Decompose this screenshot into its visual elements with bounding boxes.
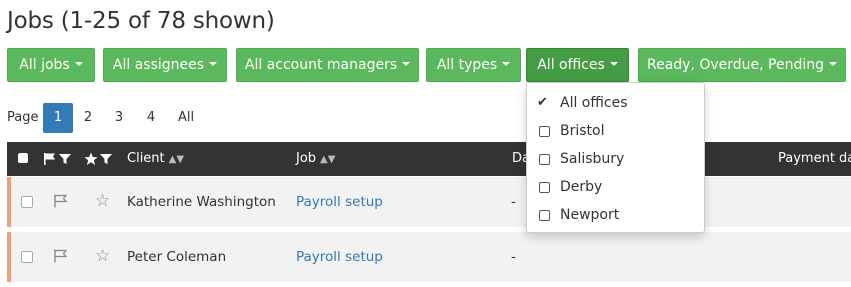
client-name: Katherine Washington [127, 194, 276, 210]
option-checkbox[interactable] [539, 210, 550, 221]
table-row[interactable]: ☆ Peter Coleman Payroll setup - [7, 232, 851, 282]
option-label: All offices [560, 95, 628, 111]
filter-label: All offices [537, 57, 605, 73]
sort-icon: ▲▼ [320, 154, 336, 165]
star-filter-icon [84, 152, 112, 165]
flag-filter-header[interactable] [44, 142, 74, 176]
job-header-label: Job [296, 151, 317, 166]
page-title: Jobs (1-25 of 78 shown) [7, 8, 275, 34]
caret-down-icon [502, 62, 511, 66]
caret-down-icon [402, 62, 411, 66]
page-2-link[interactable]: 2 [75, 103, 101, 133]
page-3-link[interactable]: 3 [106, 103, 132, 133]
page-all-link[interactable]: All [171, 103, 201, 133]
job-link[interactable]: Payroll setup [296, 232, 383, 282]
offices-dropdown-menu: ✔ All offices Bristol Salisbury Derby Ne… [526, 82, 705, 233]
row-checkbox[interactable] [21, 196, 33, 208]
job-link[interactable]: Payroll setup [296, 177, 383, 227]
star-icon[interactable]: ☆ [95, 191, 110, 211]
page-4-link[interactable]: 4 [138, 103, 164, 133]
caret-down-icon [609, 62, 618, 66]
office-option-newport[interactable]: Newport [527, 201, 704, 229]
flag-filter-icon [44, 152, 71, 165]
option-label: Derby [560, 179, 603, 195]
job-column-header[interactable]: Job ▲▼ [296, 142, 335, 177]
option-checkbox[interactable] [539, 154, 550, 165]
filter-label: All types [436, 57, 498, 73]
table-row[interactable]: ☆ Katherine Washington Payroll setup - [7, 177, 851, 227]
table-header: Client ▲▼ Job ▲▼ Da Payment da [7, 142, 851, 176]
filter-label: All assignees [112, 57, 205, 73]
client-name: Peter Coleman [127, 249, 227, 265]
all-assignees-filter-button[interactable]: All assignees [103, 48, 227, 82]
option-checkbox[interactable] [539, 182, 550, 193]
client-column-header[interactable]: Client ▲▼ [127, 142, 184, 177]
option-label: Salisbury [560, 151, 625, 167]
option-label: Bristol [560, 123, 605, 139]
all-account-managers-filter-button[interactable]: All account managers [236, 48, 419, 82]
star-icon[interactable]: ☆ [95, 246, 110, 266]
pagination-label: Page [7, 110, 39, 125]
row-checkbox[interactable] [21, 251, 33, 263]
office-option-salisbury[interactable]: Salisbury [527, 145, 704, 173]
all-offices-filter-button[interactable]: All offices [526, 48, 629, 82]
option-checkbox[interactable] [539, 126, 550, 137]
star-filter-header[interactable] [84, 142, 114, 176]
payment-date-column-header[interactable]: Payment da [778, 142, 851, 176]
office-option-bristol[interactable]: Bristol [527, 117, 704, 145]
option-label: Newport [560, 207, 620, 223]
filter-label: Ready, Overdue, Pending [646, 57, 825, 73]
caret-down-icon [209, 62, 218, 66]
all-jobs-filter-button[interactable]: All jobs [7, 48, 95, 82]
select-all-checkbox[interactable] [18, 153, 28, 163]
flag-icon[interactable] [54, 194, 68, 208]
office-option-all-offices[interactable]: ✔ All offices [527, 89, 704, 117]
date-value: - [511, 194, 516, 210]
caret-down-icon [74, 62, 83, 66]
office-option-derby[interactable]: Derby [527, 173, 704, 201]
date-value: - [511, 249, 516, 265]
filter-label: All account managers [244, 57, 398, 73]
caret-down-icon [829, 62, 838, 66]
page-1-link[interactable]: 1 [43, 103, 73, 133]
status-filter-button[interactable]: Ready, Overdue, Pending [638, 48, 846, 82]
sort-icon: ▲▼ [168, 154, 185, 165]
filter-label: All jobs [19, 57, 70, 73]
all-types-filter-button[interactable]: All types [426, 48, 521, 82]
client-header-label: Client [127, 151, 165, 166]
checkmark-icon: ✔ [537, 95, 548, 110]
flag-icon[interactable] [54, 249, 68, 263]
